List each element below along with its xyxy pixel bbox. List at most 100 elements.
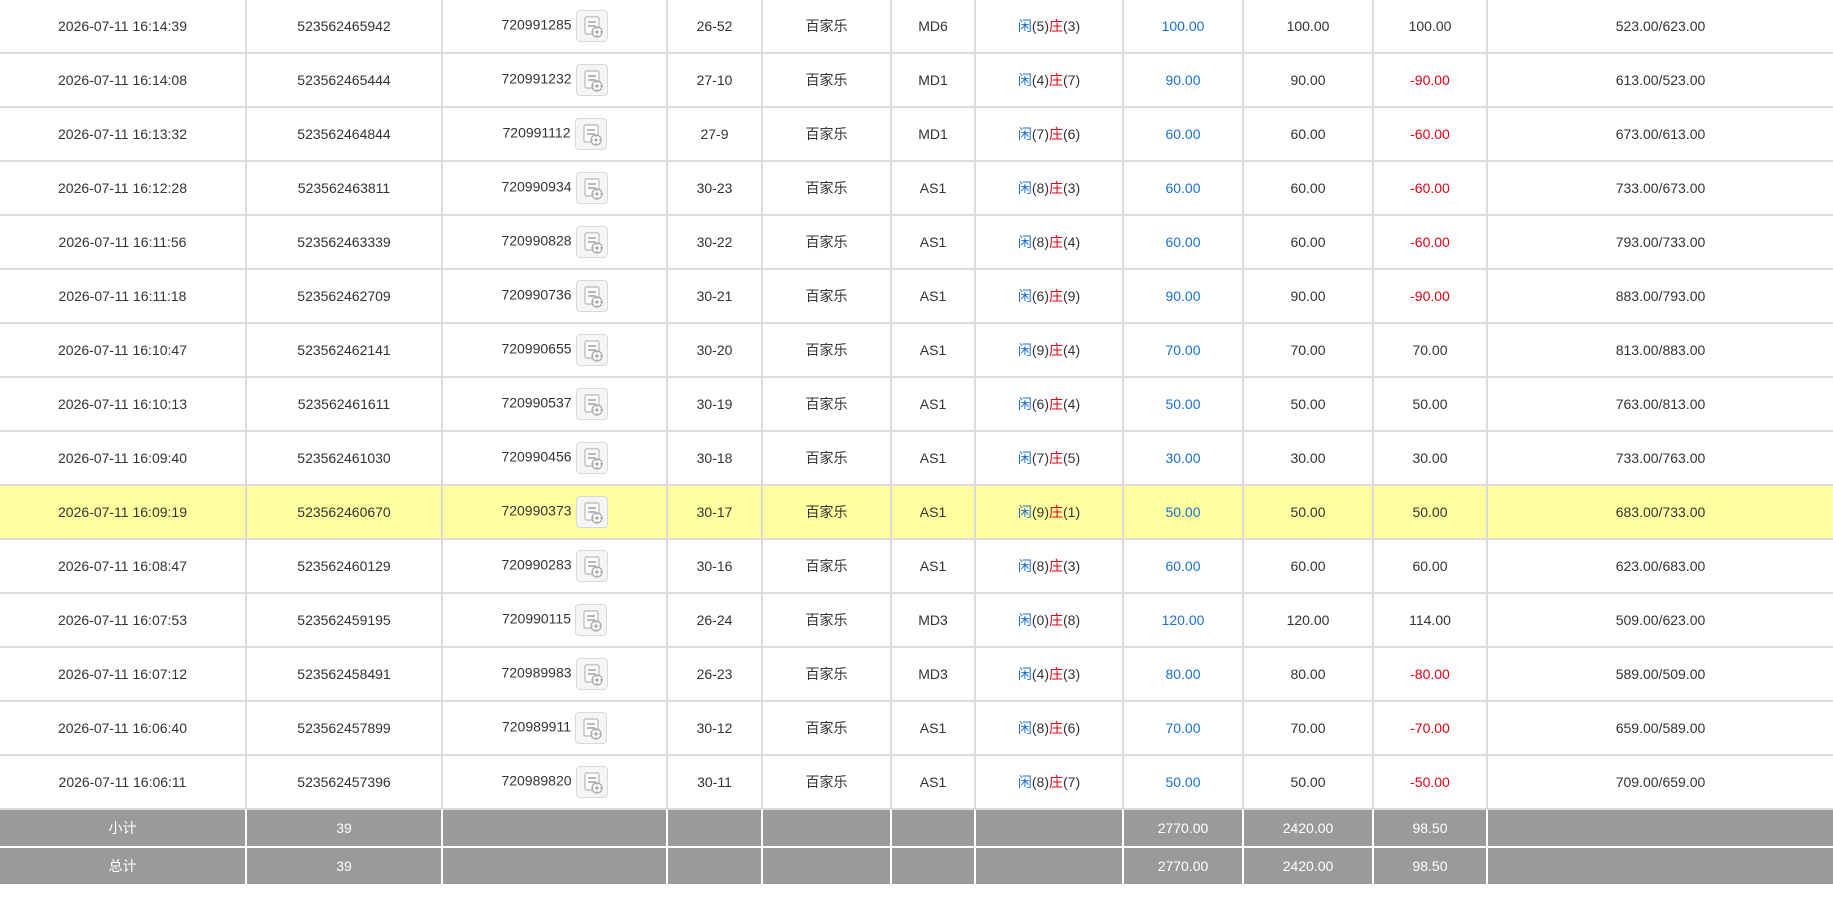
- game-type: 百家乐: [762, 107, 892, 162]
- result-cell: 闲(8)庄(6): [975, 701, 1124, 756]
- banker-label: 庄: [1049, 774, 1063, 790]
- total-count: 39: [246, 847, 443, 886]
- subtotal-valid-bet: 2420.00: [1243, 809, 1374, 848]
- summary-footer: 小计 39 2770.00 2420.00 98.50 总计 39 2770.0…: [0, 809, 1833, 886]
- bet-id: 523562460129: [246, 539, 443, 594]
- bet-id: 523562457899: [246, 701, 443, 756]
- win-loss: -90.00: [1373, 269, 1488, 324]
- game-detail-icon[interactable]: [575, 172, 608, 204]
- bet-id: 523562459195: [246, 593, 443, 648]
- win-loss: 114.00: [1373, 593, 1488, 648]
- win-loss: 50.00: [1373, 377, 1488, 432]
- balance: 793.00/733.00: [1487, 215, 1833, 270]
- bet-amount: 60.00: [1123, 215, 1244, 270]
- bet-amount: 100.00: [1123, 0, 1244, 54]
- banker-label: 庄: [1049, 180, 1063, 196]
- table-code: AS1: [891, 755, 976, 810]
- table-row: 2026-07-11 16:08:47 523562460129 7209902…: [0, 539, 1833, 594]
- table-row: 2026-07-11 16:09:40 523562461030 7209904…: [0, 431, 1833, 486]
- round-id: 720991112: [502, 124, 571, 141]
- balance: 883.00/793.00: [1487, 269, 1833, 324]
- round-id-cell: 720990373: [442, 485, 668, 540]
- bet-id: 523562463811: [246, 161, 443, 216]
- game-detail-icon[interactable]: [575, 658, 608, 690]
- player-label: 闲: [1017, 558, 1032, 574]
- game-detail-icon[interactable]: [575, 766, 608, 798]
- game-detail-icon[interactable]: [575, 226, 608, 258]
- balance: 659.00/589.00: [1487, 701, 1833, 756]
- banker-score: (8): [1063, 612, 1081, 628]
- balance: 673.00/613.00: [1487, 107, 1833, 162]
- round-id: 720990537: [501, 394, 572, 411]
- banker-label: 庄: [1049, 666, 1063, 682]
- game-detail-icon[interactable]: [574, 118, 607, 150]
- game-detail-icon[interactable]: [575, 10, 608, 42]
- banker-score: (4): [1063, 234, 1081, 250]
- round-id-cell: 720991285: [442, 0, 668, 54]
- game-detail-icon[interactable]: [575, 496, 608, 528]
- game-detail-icon[interactable]: [575, 64, 608, 96]
- banker-label: 庄: [1049, 234, 1063, 250]
- bet-id: 523562460670: [246, 485, 443, 540]
- table-code: AS1: [891, 701, 976, 756]
- game-detail-icon[interactable]: [575, 388, 608, 420]
- valid-bet: 80.00: [1243, 647, 1374, 702]
- player-label: 闲: [1017, 720, 1032, 736]
- valid-bet: 50.00: [1243, 377, 1374, 432]
- balance: 589.00/509.00: [1487, 647, 1833, 702]
- bet-id: 523562464844: [246, 107, 443, 162]
- result-cell: 闲(4)庄(7): [975, 53, 1124, 108]
- total-valid-bet: 2420.00: [1243, 847, 1374, 886]
- bet-amount: 120.00: [1123, 593, 1244, 648]
- game-detail-icon[interactable]: [575, 604, 608, 636]
- valid-bet: 100.00: [1243, 0, 1374, 54]
- player-score: (8): [1031, 720, 1049, 736]
- valid-bet: 120.00: [1243, 593, 1374, 648]
- result-cell: 闲(9)庄(1): [975, 485, 1124, 540]
- table-code: AS1: [891, 431, 976, 486]
- win-loss: -60.00: [1373, 107, 1488, 162]
- bet-amount: 50.00: [1123, 377, 1244, 432]
- shoe-round: 30-17: [667, 485, 763, 540]
- table-row: 2026-07-11 16:11:56 523562463339 7209908…: [0, 215, 1833, 270]
- valid-bet: 70.00: [1243, 323, 1374, 378]
- player-label: 闲: [1017, 450, 1032, 466]
- banker-score: (3): [1063, 558, 1081, 574]
- bet-id: 523562465444: [246, 53, 443, 108]
- shoe-round: 30-22: [667, 215, 763, 270]
- shoe-round: 30-12: [667, 701, 763, 756]
- banker-score: (7): [1063, 774, 1081, 790]
- balance: 509.00/623.00: [1487, 593, 1833, 648]
- game-detail-icon[interactable]: [575, 442, 608, 474]
- banker-score: (9): [1063, 288, 1081, 304]
- banker-score: (1): [1063, 504, 1081, 520]
- round-id: 720989983: [501, 664, 572, 681]
- round-id-cell: 720989820: [442, 755, 668, 810]
- game-detail-icon[interactable]: [575, 280, 608, 312]
- game-detail-icon[interactable]: [575, 550, 608, 582]
- valid-bet: 60.00: [1243, 161, 1374, 216]
- shoe-round: 26-52: [667, 0, 763, 54]
- valid-bet: 30.00: [1243, 431, 1374, 486]
- bet-amount: 90.00: [1123, 269, 1244, 324]
- table-code: AS1: [891, 215, 976, 270]
- game-detail-icon[interactable]: [575, 334, 608, 366]
- player-label: 闲: [1017, 288, 1032, 304]
- player-label: 闲: [1017, 126, 1032, 142]
- banker-score: (3): [1063, 180, 1081, 196]
- game-detail-icon[interactable]: [575, 712, 608, 744]
- win-loss: -80.00: [1373, 647, 1488, 702]
- round-id: 720990283: [501, 556, 572, 573]
- table-row: 2026-07-11 16:09:19 523562460670 7209903…: [0, 485, 1833, 540]
- win-loss: -50.00: [1373, 755, 1488, 810]
- bet-amount: 50.00: [1123, 755, 1244, 810]
- player-score: (6): [1031, 288, 1049, 304]
- banker-score: (3): [1063, 18, 1081, 34]
- table-code: AS1: [891, 539, 976, 594]
- result-cell: 闲(8)庄(7): [975, 755, 1124, 810]
- round-id-cell: 720990537: [442, 377, 668, 432]
- bet-time: 2026-07-11 16:10:47: [0, 323, 247, 378]
- bet-time: 2026-07-11 16:07:12: [0, 647, 247, 702]
- win-loss: -60.00: [1373, 161, 1488, 216]
- bet-time: 2026-07-11 16:06:11: [0, 755, 247, 810]
